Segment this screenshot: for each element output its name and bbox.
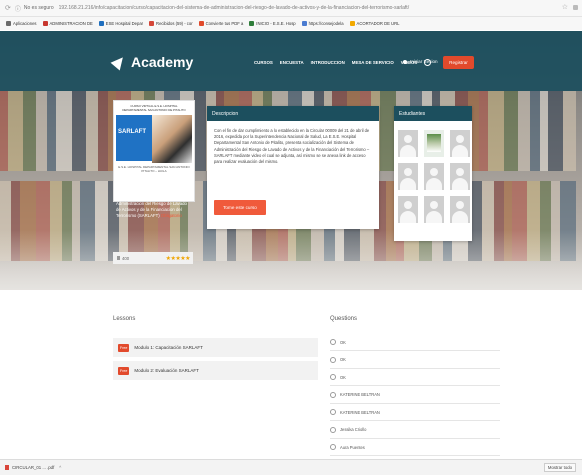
download-item[interactable]: CIRCULAR_01 ... .pdf bbox=[5, 465, 54, 470]
bookmark-favicon-icon bbox=[198, 21, 204, 26]
menu-item-cursos[interactable]: CURSOS bbox=[254, 60, 273, 67]
address-bar[interactable]: ⟳ ⓘ No es seguro 192.168.21.216/info/cap… bbox=[0, 0, 582, 17]
lesson-item[interactable]: Free Modulo 1: Capacitación SARLAFT bbox=[113, 338, 318, 357]
students-panel: Estudiantes bbox=[394, 106, 472, 241]
bookmark-item[interactable]: https://consejodela bbox=[301, 21, 344, 26]
cover-name: SARLAFT bbox=[118, 129, 146, 135]
question-icon bbox=[330, 374, 336, 380]
bookmark-favicon-icon bbox=[149, 21, 155, 26]
bookmark-item[interactable]: ESE Hospital Depar bbox=[98, 21, 143, 26]
question-icon bbox=[330, 391, 336, 398]
student-avatar[interactable] bbox=[450, 196, 470, 223]
student-avatar[interactable] bbox=[450, 130, 470, 157]
bookmark-favicon-icon bbox=[349, 21, 355, 26]
course-card[interactable]: CURSO VIRTUAL E.S.E. HOSPITAL DEPARTAMEN… bbox=[113, 100, 195, 270]
bookmark-favicon-icon bbox=[6, 21, 11, 26]
cover-title: CURSO VIRTUAL E.S.E. HOSPITAL DEPARTAMEN… bbox=[122, 104, 186, 112]
question-item[interactable]: KATERINE BELTRAN bbox=[330, 404, 500, 421]
student-avatar[interactable] bbox=[398, 130, 418, 157]
bookmark-item[interactable]: Aplicaciones bbox=[6, 21, 37, 26]
question-author: OK bbox=[340, 357, 346, 362]
student-avatar[interactable] bbox=[398, 196, 418, 223]
student-avatar[interactable] bbox=[424, 130, 444, 157]
paper-plane-icon bbox=[110, 53, 128, 71]
question-icon bbox=[330, 339, 336, 345]
brand-logo[interactable]: Academy bbox=[110, 53, 194, 71]
student-avatar[interactable] bbox=[398, 163, 418, 190]
bookmark-favicon-icon bbox=[98, 21, 104, 26]
course-tag: Obligatorio bbox=[160, 213, 182, 218]
student-avatar[interactable] bbox=[424, 163, 444, 190]
question-item[interactable]: KATERINE BELTRAN bbox=[330, 387, 500, 404]
lesson-title: Modulo 1: Capacitación SARLAFT bbox=[134, 345, 203, 350]
question-author: Aura Puentes bbox=[340, 444, 365, 450]
question-author: KATERINE BELTRAN bbox=[340, 392, 380, 397]
lessons-heading: Lessons bbox=[113, 316, 136, 322]
rating-bar: 400 ★★★★★ bbox=[113, 252, 193, 264]
info-icon[interactable]: ⓘ bbox=[15, 4, 21, 13]
cover-photo bbox=[152, 115, 192, 163]
students-heading: Estudiantes bbox=[394, 106, 472, 121]
menu-item-mesa-de-servicio[interactable]: MESA DE SERVICIO bbox=[352, 60, 394, 67]
bookmark-star-icon[interactable]: ☆ bbox=[562, 3, 568, 11]
login-link[interactable]: Iniciar Sesion bbox=[403, 59, 438, 64]
pdf-icon bbox=[5, 465, 9, 470]
question-item[interactable]: OK bbox=[330, 352, 500, 369]
menu-item-encuesta[interactable]: ENCUESTA bbox=[280, 60, 304, 67]
reload-icon[interactable]: ⟳ bbox=[5, 4, 11, 12]
show-all-button[interactable]: Mostrar todo bbox=[543, 463, 576, 472]
menu-item-introduccion[interactable]: INTRODUCCION bbox=[311, 60, 345, 67]
description-heading: Descripcion bbox=[207, 106, 379, 121]
description-panel: Descripcion Con el fin de dar cumplimien… bbox=[207, 106, 379, 229]
question-author: OK bbox=[340, 339, 346, 345]
bookmark-favicon-icon bbox=[301, 21, 307, 26]
register-button[interactable]: Registrar bbox=[443, 56, 474, 69]
bookmark-item[interactable]: Convierte tus PDF a bbox=[198, 21, 243, 26]
question-icon bbox=[330, 409, 336, 415]
extension-icon[interactable] bbox=[573, 5, 578, 10]
bookmark-item[interactable]: Recibidos (59) - cor bbox=[149, 21, 193, 26]
question-icon bbox=[330, 444, 336, 450]
question-item[interactable]: OK bbox=[330, 369, 500, 386]
question-author: Jessika Criollo bbox=[340, 427, 367, 432]
question-item[interactable]: Aura Puentes bbox=[330, 439, 500, 456]
course-title: Capacitacion Del Sistema de Administraci… bbox=[116, 195, 187, 218]
download-bar: CIRCULAR_01 ... .pdf ^ Mostrar todo bbox=[0, 459, 582, 475]
star-rating: ★★★★★ bbox=[165, 255, 191, 262]
brand-name: Academy bbox=[131, 54, 194, 70]
login-label: Iniciar Sesion bbox=[410, 59, 438, 64]
enrollment-count: 400 bbox=[117, 255, 129, 261]
bookmark-favicon-icon bbox=[249, 21, 255, 26]
question-icon bbox=[330, 356, 336, 363]
description-text: Con el fin de dar cumplimiento a lo esta… bbox=[214, 128, 370, 165]
cover-footer: E.S.E. HOSPITAL DEPARTAMENTAL SAN ANTONI… bbox=[118, 165, 190, 173]
user-icon bbox=[117, 255, 120, 260]
free-badge: Free bbox=[118, 366, 130, 375]
question-author: KATERINE BELTRAN bbox=[340, 409, 380, 415]
bookmark-favicon-icon bbox=[42, 21, 48, 26]
question-icon bbox=[330, 426, 336, 433]
bookmark-item[interactable]: INICIO - E.S.E. Hosp bbox=[249, 21, 296, 26]
security-status: No es seguro bbox=[23, 5, 54, 11]
url-text[interactable]: 192.168.21.216/info/capacitacion/curso/c… bbox=[59, 5, 479, 11]
question-author: OK bbox=[340, 374, 346, 380]
questions-heading: Questions bbox=[330, 316, 358, 322]
bookmarks-bar: Aplicaciones ADMINISTRACION DE ESE Hospita… bbox=[0, 17, 582, 30]
lesson-title: Modulo 2: Evaluación SARLAFT bbox=[134, 368, 199, 373]
question-item[interactable]: Jessika Criollo bbox=[330, 422, 500, 439]
user-icon bbox=[403, 59, 407, 64]
student-avatar[interactable] bbox=[450, 163, 470, 190]
chevron-up-icon[interactable]: ^ bbox=[59, 465, 61, 470]
free-badge: Free bbox=[118, 343, 130, 352]
question-item[interactable]: OK bbox=[330, 334, 500, 351]
student-avatar[interactable] bbox=[424, 196, 444, 223]
register-label: Registrar bbox=[449, 60, 468, 65]
course-cover-image: CURSO VIRTUAL E.S.E. HOSPITAL DEPARTAMEN… bbox=[113, 100, 195, 202]
bookmark-item[interactable]: ACORTADOR DE URL bbox=[349, 21, 399, 26]
student-grid bbox=[398, 130, 470, 223]
bookmark-item[interactable]: ADMINISTRACION DE bbox=[42, 21, 93, 26]
lesson-item[interactable]: Free Modulo 2: Evaluación SARLAFT bbox=[113, 361, 318, 380]
take-course-button[interactable]: Tome este curso bbox=[214, 200, 266, 215]
